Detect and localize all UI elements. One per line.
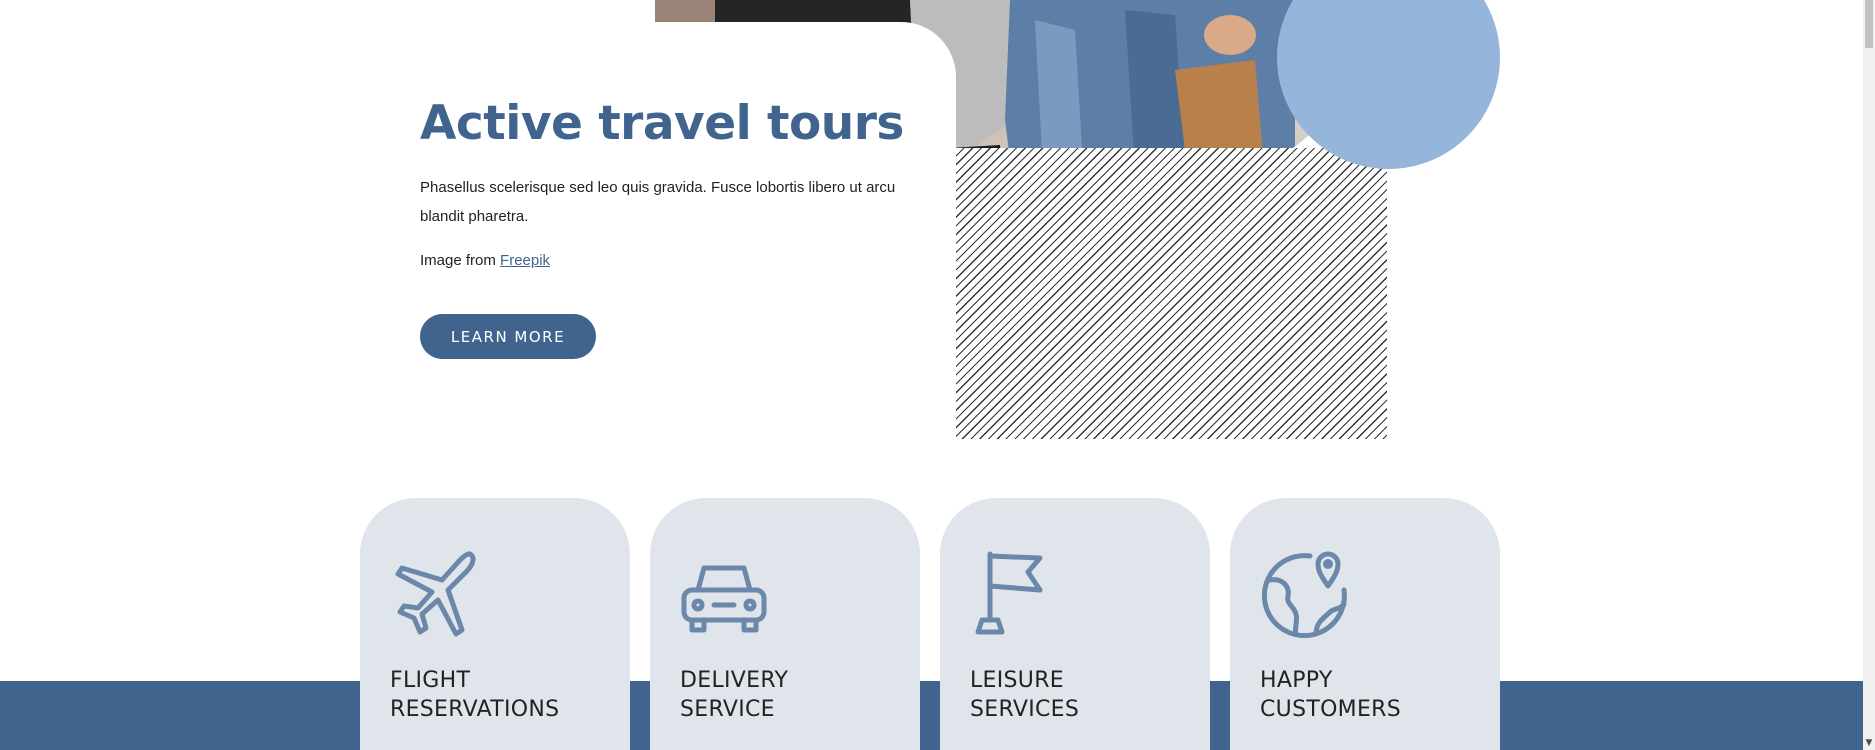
page: Active travel tours Phasellus scelerisqu… (0, 0, 1875, 750)
feature-label-flight: FLIGHT RESERVATIONS (390, 668, 560, 722)
scroll-down-arrow-icon[interactable]: ▼ (1863, 736, 1875, 750)
image-credit-prefix: Image from (420, 252, 501, 269)
feature-label-delivery: DELIVERY SERVICE (680, 668, 789, 722)
decorative-circle (1277, 0, 1500, 169)
feature-card-delivery[interactable]: DELIVERY SERVICE (650, 498, 920, 750)
flag-icon (975, 551, 1043, 635)
vertical-scrollbar[interactable]: ▼ (1863, 0, 1875, 750)
feature-card-leisure[interactable]: LEISURE SERVICES (940, 498, 1210, 750)
airplane-icon (395, 551, 476, 637)
feature-card-flight[interactable]: FLIGHT RESERVATIONS (360, 498, 630, 750)
globe-pin-icon (1261, 551, 1347, 638)
car-icon (681, 565, 767, 633)
freepik-link[interactable]: Freepik (500, 252, 550, 269)
feature-band (0, 681, 1875, 750)
scrollbar-thumb[interactable] (1865, 0, 1873, 48)
hero-title: Active travel tours (420, 96, 904, 151)
feature-card-customers[interactable]: HAPPY CUSTOMERS (1230, 498, 1500, 750)
learn-more-button[interactable]: LEARN MORE (420, 314, 596, 359)
hero-card (0, 22, 956, 442)
feature-label-customers: HAPPY CUSTOMERS (1260, 668, 1402, 722)
hero-description: Phasellus scelerisque sed leo quis gravi… (420, 179, 896, 225)
image-credit: Image from Freepik (420, 252, 550, 269)
hatched-pattern-box (956, 148, 1387, 439)
feature-label-leisure: LEISURE SERVICES (970, 668, 1080, 722)
